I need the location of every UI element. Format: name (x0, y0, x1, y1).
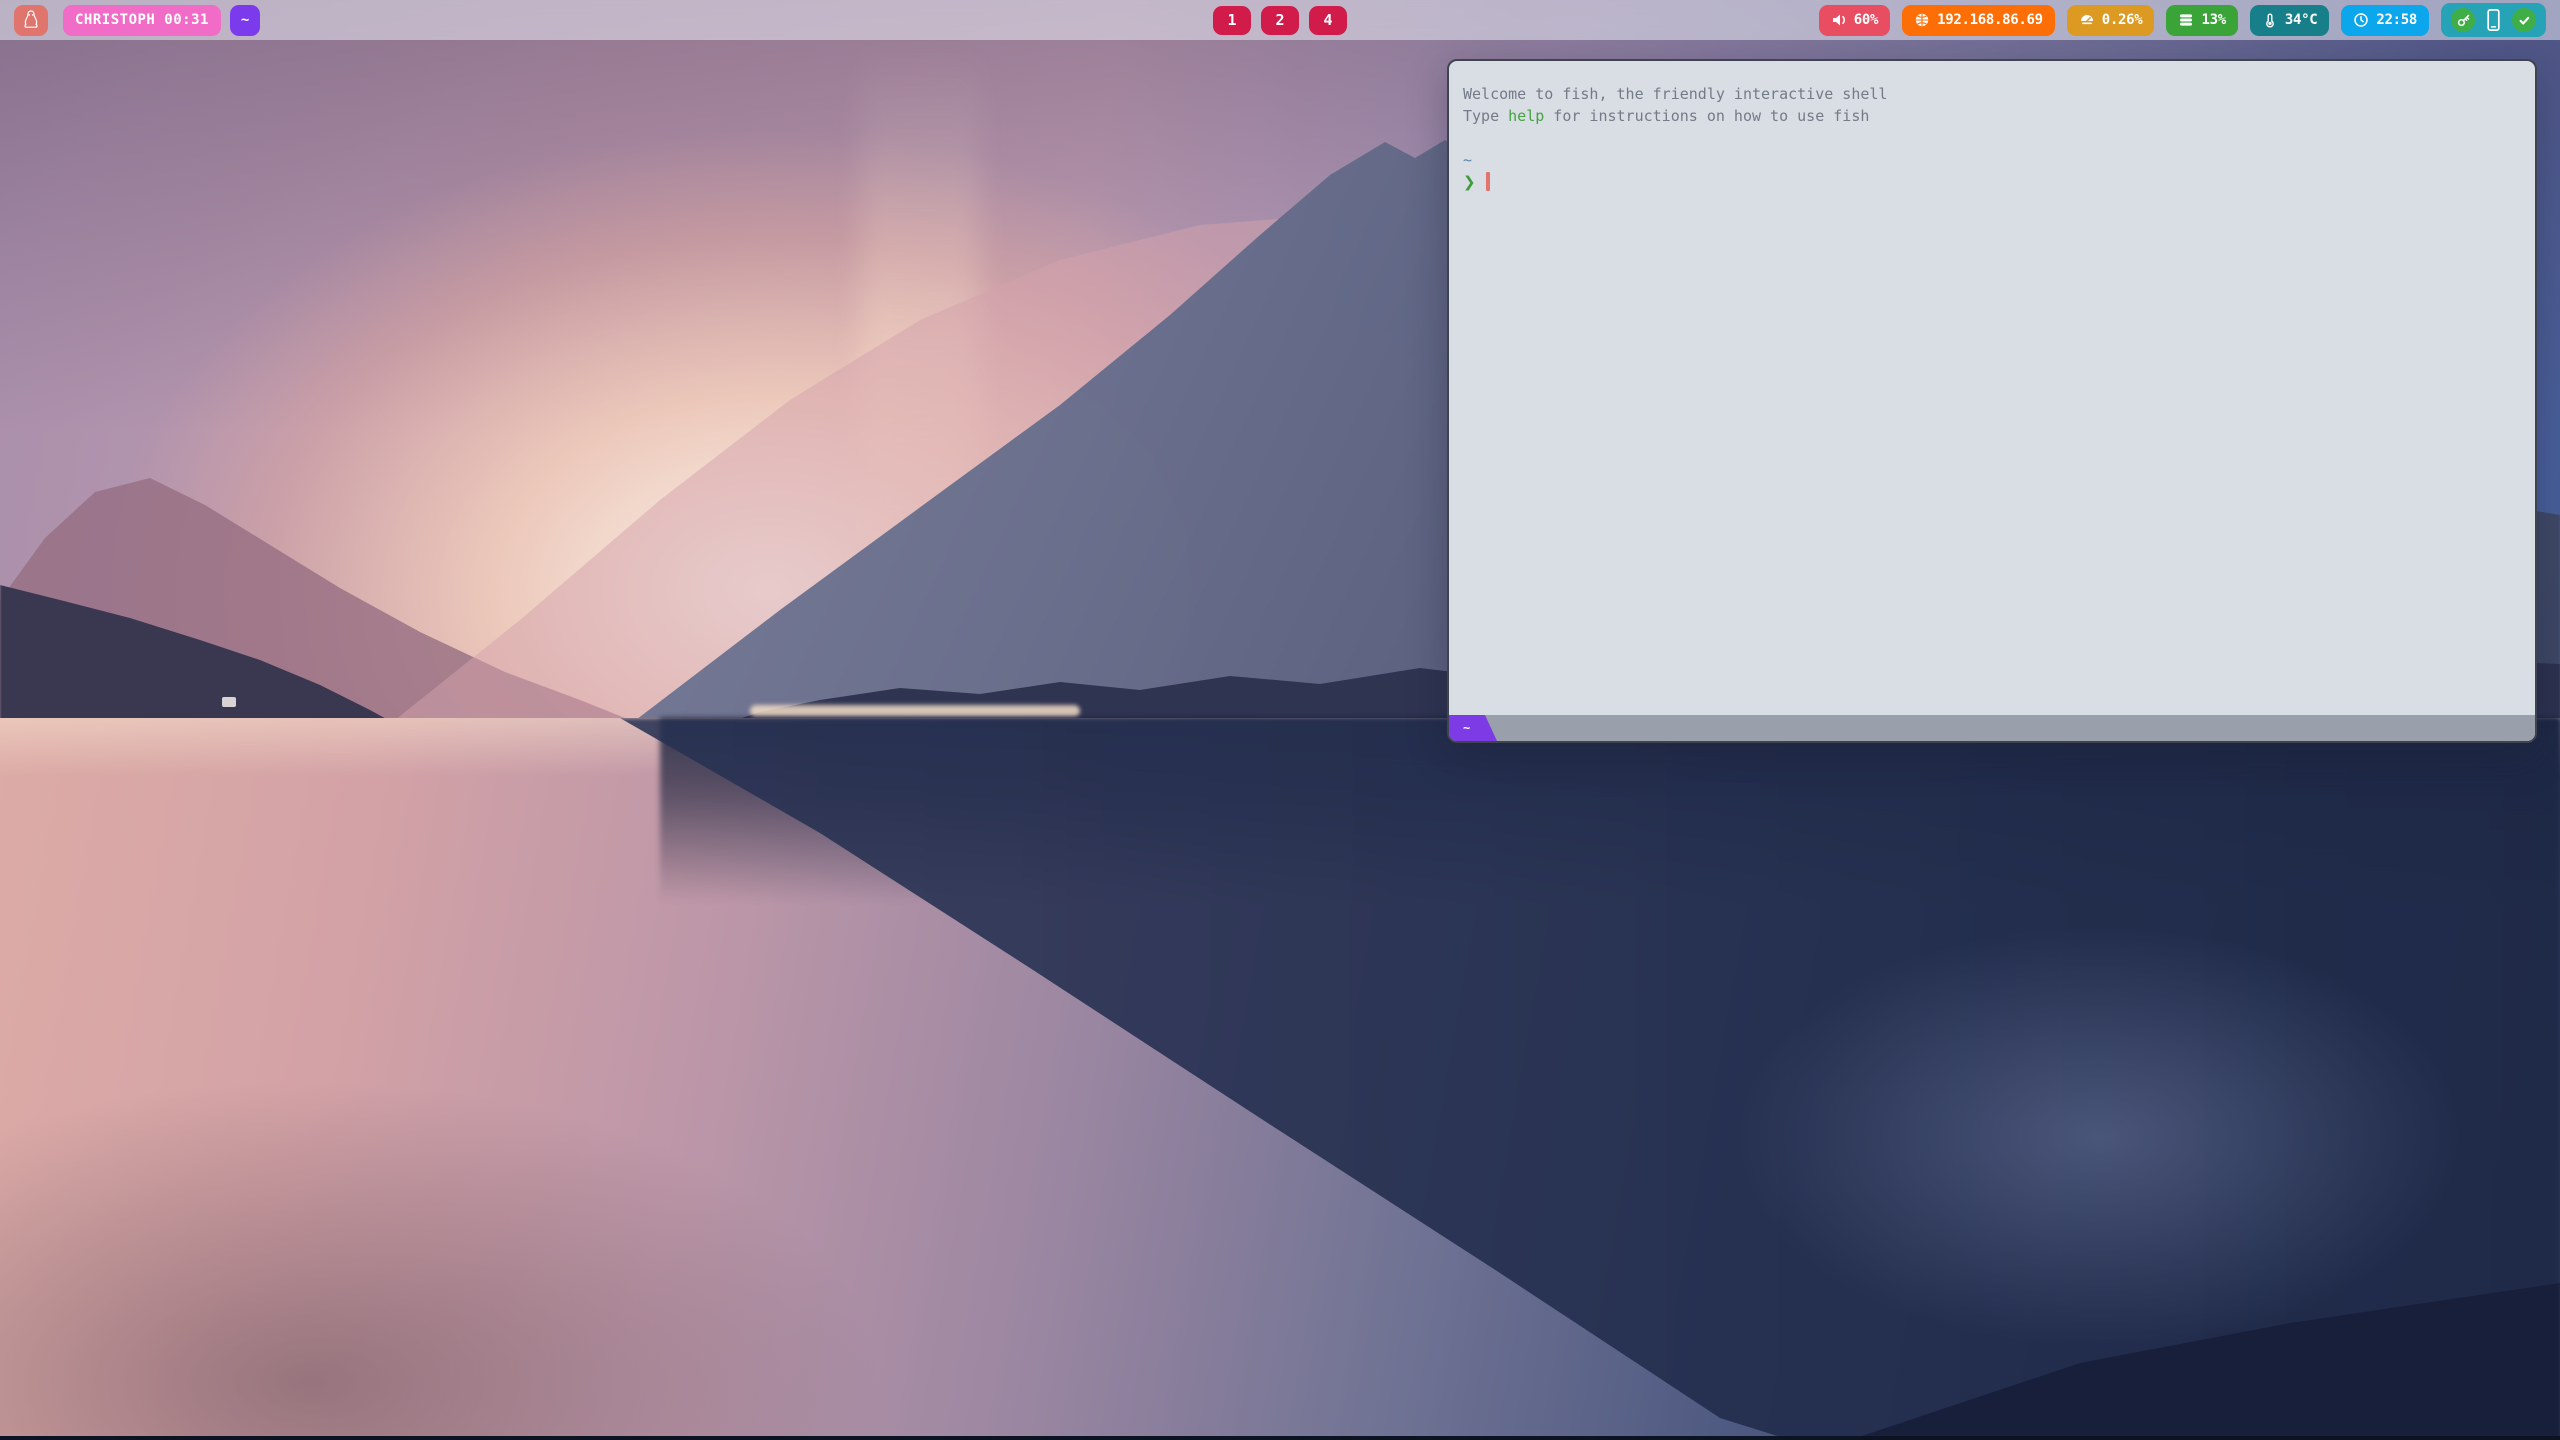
tux-icon (22, 9, 40, 31)
volume-indicator[interactable]: 60% (1819, 5, 1890, 36)
greeting-suffix: for instructions on how to use fish (1544, 107, 1869, 125)
greeting-prefix: Type (1463, 107, 1508, 125)
memory-icon (2178, 12, 2194, 28)
volume-value: 60% (1854, 12, 1878, 28)
system-tray (2441, 3, 2546, 37)
network-indicator: 192.168.86.69 (1902, 5, 2055, 36)
wallpaper-lake (0, 718, 2560, 1440)
screen-bottom-edge (0, 1436, 2560, 1440)
workspace-button-4[interactable]: 4 (1309, 6, 1347, 35)
wallpaper-shoreline (750, 705, 1080, 717)
workspace-1-label: 1 (1227, 11, 1236, 29)
prompt-line[interactable]: ❯ (1463, 171, 2521, 193)
memory-value: 13% (2201, 12, 2225, 28)
path-badge: ~ (230, 5, 260, 36)
user-badge: CHRISTOPH 00:31 (63, 5, 221, 36)
workspace-4-label: 4 (1323, 11, 1332, 29)
gauge-icon (2079, 12, 2095, 28)
clock-icon (2353, 12, 2369, 28)
memory-indicator: 13% (2166, 5, 2237, 36)
terminal-tab-bar: ~ (1449, 715, 2535, 741)
temperature-indicator: 34°C (2250, 5, 2330, 36)
terminal-window[interactable]: Welcome to fish, the friendly interactiv… (1447, 59, 2537, 743)
network-value: 192.168.86.69 (1937, 12, 2043, 28)
phone-tray-icon[interactable] (2485, 8, 2502, 32)
bar-right-group: 60% 192.168.86.69 0.26% 13% (1819, 3, 2546, 37)
terminal-greeting-line1: Welcome to fish, the friendly interactiv… (1463, 83, 2521, 105)
prompt-path: ~ (1463, 149, 2521, 171)
temperature-value: 34°C (2285, 12, 2318, 28)
clock-value: 22:58 (2376, 12, 2417, 28)
speaker-icon (1831, 12, 1847, 28)
path-badge-label: ~ (241, 12, 249, 28)
bar-left-group: CHRISTOPH 00:31 ~ (14, 5, 260, 36)
wallpaper-water-mist (0, 718, 2560, 1440)
workspace-2-label: 2 (1275, 11, 1284, 29)
help-keyword: help (1508, 107, 1544, 125)
workspace-button-1[interactable]: 1 (1213, 6, 1251, 35)
terminal-greeting-line2: Type help for instructions on how to use… (1463, 105, 2521, 127)
globe-icon (1914, 12, 1930, 28)
terminal-tab-home[interactable]: ~ (1449, 715, 1497, 741)
prompt-symbol: ❯ (1463, 173, 1476, 191)
clock-indicator[interactable]: 22:58 (2341, 5, 2429, 36)
cpu-value: 0.26% (2102, 12, 2143, 28)
thermometer-icon (2262, 12, 2278, 28)
key-tray-icon[interactable] (2451, 8, 2475, 32)
workspace-switcher: 1 2 4 (1213, 0, 1347, 40)
check-tray-icon[interactable] (2512, 8, 2536, 32)
text-cursor (1486, 172, 1490, 191)
cpu-indicator: 0.26% (2067, 5, 2155, 36)
user-badge-label: CHRISTOPH 00:31 (75, 12, 209, 28)
status-bar: CHRISTOPH 00:31 ~ 1 2 4 60% (0, 0, 2560, 40)
workspace-button-2[interactable]: 2 (1261, 6, 1299, 35)
launcher-button[interactable] (14, 5, 48, 36)
terminal-tab-label: ~ (1463, 721, 1470, 735)
terminal-output: Welcome to fish, the friendly interactiv… (1449, 61, 2535, 193)
desktop: Welcome to fish, the friendly interactiv… (0, 0, 2560, 1440)
wallpaper-cabin (222, 697, 236, 707)
